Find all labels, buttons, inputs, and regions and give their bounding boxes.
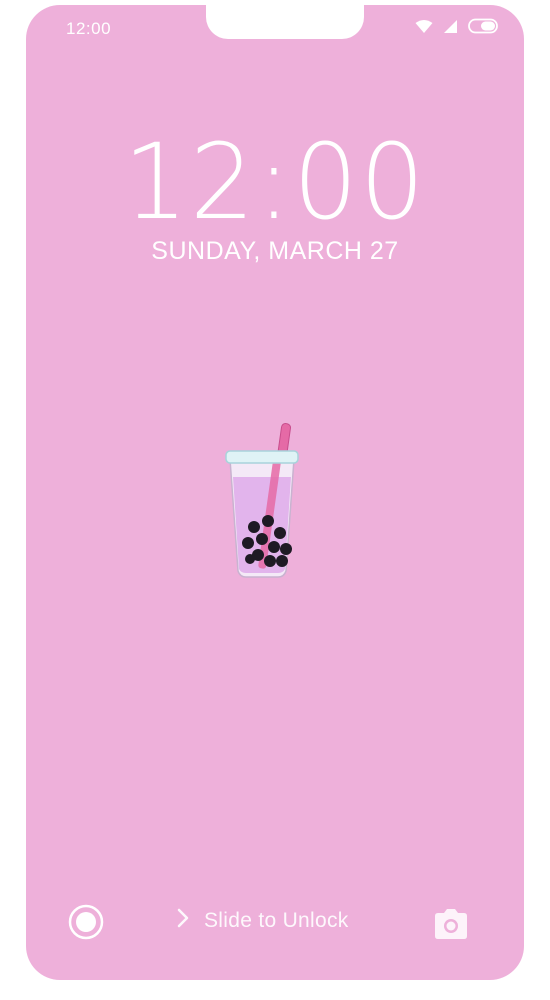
chevron-right-icon — [176, 907, 190, 934]
phone-screen: 12:00 12:00 SUNDAY, MARCH 27 Slide to Un… — [26, 5, 524, 980]
camera-icon[interactable] — [432, 907, 470, 941]
lock-clock: 12:00 — [123, 121, 427, 243]
signal-icon — [443, 19, 458, 34]
wifi-icon — [415, 19, 433, 34]
status-icons — [415, 18, 500, 34]
record-icon[interactable] — [68, 904, 104, 940]
battery-icon — [468, 18, 500, 34]
status-bar: 12:00 — [26, 5, 524, 51]
lock-date: SUNDAY, MARCH 27 — [151, 237, 399, 265]
slide-to-unlock-label: Slide to Unlock — [204, 908, 349, 932]
lock-bottom-bar: Slide to Unlock — [26, 895, 524, 955]
slide-to-unlock[interactable]: Slide to Unlock — [176, 907, 349, 934]
status-time: 12:00 — [66, 19, 112, 38]
boba-tea-cup-icon — [222, 421, 302, 583]
